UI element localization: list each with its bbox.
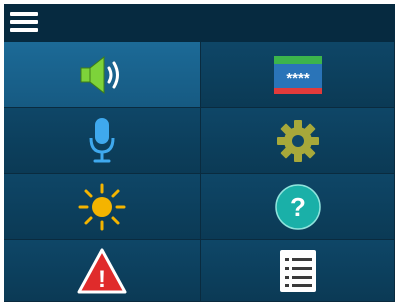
settings-tile[interactable]: [201, 108, 395, 174]
svg-text:****: ****: [286, 70, 310, 87]
warning-triangle-icon: !: [77, 248, 127, 293]
passcode-keypad-icon: ****: [273, 55, 322, 94]
list-icon: [279, 249, 316, 292]
hamburger-menu-icon[interactable]: [10, 12, 38, 34]
passcode-tile[interactable]: ****: [201, 42, 395, 108]
device-screen: **** ? !: [4, 4, 395, 302]
help-question-icon: ?: [274, 183, 321, 230]
svg-text:?: ?: [290, 192, 306, 222]
alert-tile[interactable]: !: [4, 240, 201, 302]
speaker-volume-icon: [80, 55, 119, 94]
microphone-icon: [89, 117, 115, 162]
top-bar: [4, 4, 395, 42]
sound-tile[interactable]: [4, 42, 201, 108]
gear-icon: [276, 119, 319, 162]
svg-text:!: !: [98, 266, 106, 293]
voice-tile[interactable]: [4, 108, 201, 174]
list-tile[interactable]: [201, 240, 395, 302]
brightness-tile[interactable]: [4, 174, 201, 240]
sun-brightness-icon: [78, 183, 126, 230]
tile-grid: **** ? !: [4, 42, 395, 302]
help-tile[interactable]: ?: [201, 174, 395, 240]
